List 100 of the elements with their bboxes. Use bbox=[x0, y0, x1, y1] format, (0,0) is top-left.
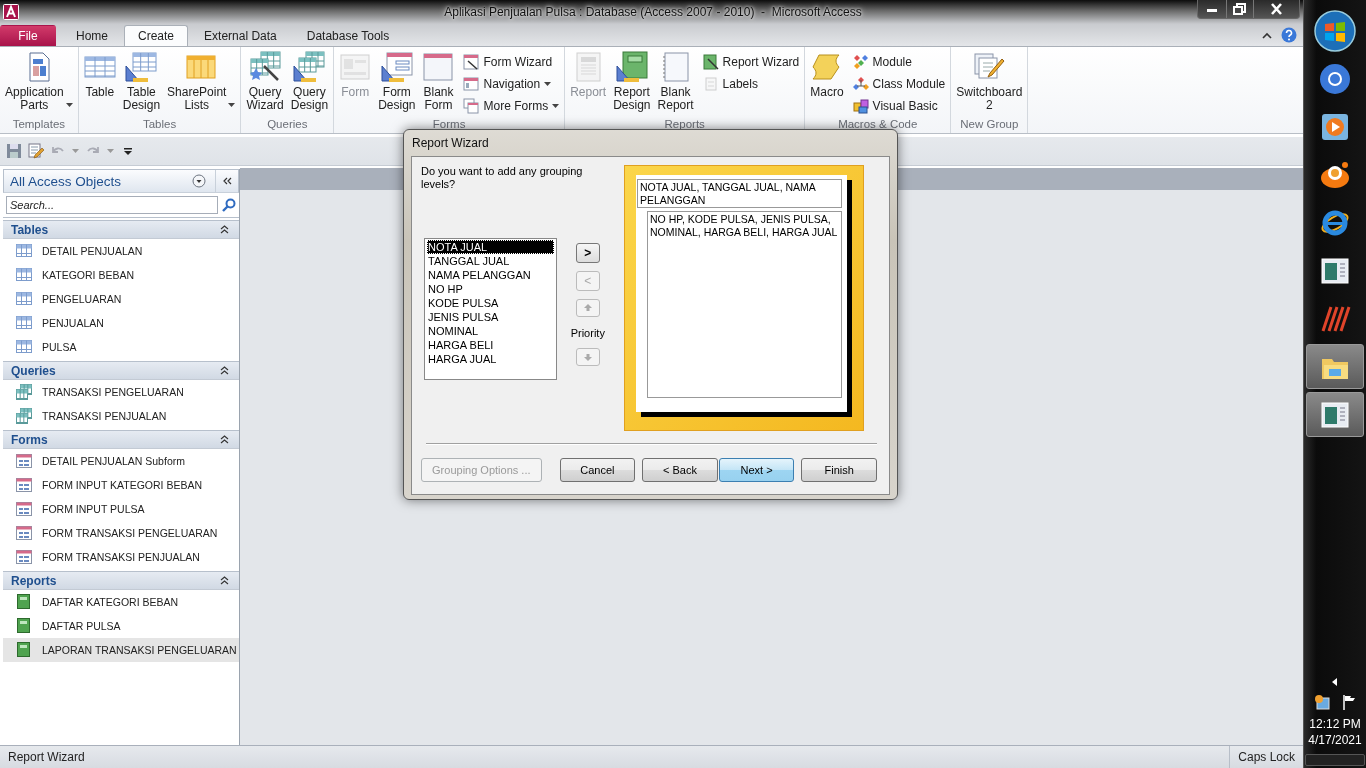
list-item[interactable]: HARGA BELI bbox=[427, 338, 554, 352]
collapse-icon bbox=[220, 366, 229, 375]
shutter-icon[interactable] bbox=[222, 177, 232, 185]
list-item[interactable]: NO HP bbox=[427, 282, 554, 296]
nav-item[interactable]: TRANSAKSI PENJUALAN bbox=[3, 404, 239, 428]
ribbon-button[interactable]: Query Wizard bbox=[243, 51, 287, 112]
dialog-button[interactable]: Cancel bbox=[559, 458, 636, 482]
ribbon-button[interactable]: Class Module bbox=[849, 73, 949, 94]
ribbon-button[interactable]: Form Design bbox=[375, 51, 419, 112]
nav-item[interactable]: FORM TRANSAKSI PENGELUARAN bbox=[3, 521, 239, 545]
help-icon[interactable] bbox=[1281, 27, 1297, 43]
nav-item[interactable]: PENJUALAN bbox=[3, 311, 239, 335]
nav-item[interactable]: PULSA bbox=[3, 335, 239, 359]
ribbon-button[interactable]: Report Design bbox=[610, 51, 654, 112]
ribbon-button[interactable]: Report Wizard bbox=[699, 51, 803, 72]
dialog-button[interactable]: Finish bbox=[801, 458, 877, 482]
form-ruler-icon bbox=[380, 51, 413, 83]
search-icon[interactable] bbox=[222, 198, 236, 212]
nav-item[interactable]: FORM INPUT PULSA bbox=[3, 497, 239, 521]
nav-item[interactable]: KATEGORI BEBAN bbox=[3, 263, 239, 287]
list-item[interactable]: KODE PULSA bbox=[427, 296, 554, 310]
nav-item[interactable]: LAPORAN TRANSAKSI PENGELUARAN bbox=[3, 638, 239, 662]
ribbon-button[interactable]: Switchboard 2 bbox=[953, 51, 1026, 112]
nav-item[interactable]: DETAIL PENJUALAN Subform bbox=[3, 449, 239, 473]
table-icon bbox=[16, 315, 32, 331]
section-header[interactable]: Queries bbox=[3, 361, 239, 380]
list-item[interactable]: TANGGAL JUAL bbox=[427, 254, 554, 268]
window-icon bbox=[463, 75, 480, 92]
field-list[interactable]: NOTA JUAL TANGGAL JUAL NAMA PELANGGAN NO HP KODE PULSA JENIS PULSA NOMINAL HARGA BELI HARGA JUAL bbox=[424, 238, 557, 380]
grid-ruler-icon bbox=[125, 51, 158, 83]
file-tab[interactable]: File bbox=[0, 25, 56, 46]
diamonds-icon bbox=[852, 75, 869, 92]
ribbon-button[interactable]: Application Parts bbox=[2, 51, 76, 112]
ring-icon[interactable] bbox=[1319, 62, 1351, 95]
section-header[interactable]: Tables bbox=[3, 220, 239, 239]
grid-ruler-icon bbox=[293, 51, 326, 83]
report-icon bbox=[16, 642, 32, 658]
diamonds-icon bbox=[852, 53, 869, 70]
ribbon-button[interactable]: Visual Basic bbox=[849, 95, 949, 116]
clock-date[interactable]: 4/17/2021 bbox=[1308, 732, 1362, 748]
flag-icon[interactable] bbox=[1342, 694, 1356, 710]
dialog-button[interactable]: < Back bbox=[642, 458, 718, 482]
scroll-icon bbox=[810, 51, 843, 83]
ribbon-button[interactable]: Navigation bbox=[460, 73, 563, 94]
ribbon-button[interactable]: Module bbox=[849, 51, 949, 72]
clock-time[interactable]: 12:12 PM bbox=[1309, 716, 1361, 732]
nav-item[interactable]: DAFTAR KATEGORI BEBAN bbox=[3, 590, 239, 614]
wizard-icon bbox=[249, 51, 282, 83]
list-item[interactable]: NOMINAL bbox=[427, 324, 554, 338]
nav-item[interactable]: DAFTAR PULSA bbox=[3, 614, 239, 638]
dropdown-icon[interactable] bbox=[192, 174, 206, 188]
window-title: Aplikasi Penjualan Pulsa : Database (Access 2007 - 2010) - Microsoft Access bbox=[443, 5, 863, 19]
ribbon-button[interactable]: Table Design bbox=[119, 51, 164, 112]
form-icon bbox=[16, 525, 32, 541]
priority-label: Priority bbox=[570, 327, 605, 339]
start-orb-icon[interactable] bbox=[1314, 9, 1356, 52]
report-icon bbox=[16, 594, 32, 610]
windows-icon bbox=[463, 97, 480, 114]
nav-item[interactable]: TRANSAKSI PENGELUARAN bbox=[3, 380, 239, 404]
ribbon-button[interactable]: More Forms bbox=[460, 95, 563, 116]
ribbon-button[interactable]: Form Wizard bbox=[460, 51, 563, 72]
edit-icon[interactable] bbox=[28, 143, 44, 159]
show-hidden-icons-icon[interactable] bbox=[1332, 678, 1338, 686]
group-header-box: NOTA JUAL, TANGGAL JUAL, NAMA PELANGGAN bbox=[637, 179, 842, 208]
taskbar-button[interactable] bbox=[1306, 344, 1364, 389]
list-item[interactable]: HARGA JUAL bbox=[427, 352, 554, 366]
nav-item[interactable]: PENGELUARAN bbox=[3, 287, 239, 311]
ribbon-tab[interactable]: External Data bbox=[190, 25, 291, 46]
group-label: Forms bbox=[431, 118, 467, 132]
ribbon-button[interactable]: Blank Report bbox=[654, 51, 697, 112]
ribbon-button[interactable]: Blank Form bbox=[419, 51, 458, 112]
dialog-button[interactable]: Next > bbox=[718, 458, 795, 482]
taskbar-button[interactable] bbox=[1306, 392, 1364, 437]
nav-item[interactable]: DETAIL PENJUALAN bbox=[3, 239, 239, 263]
ribbon-button[interactable]: Macro bbox=[807, 51, 847, 99]
ribbon-button[interactable]: SharePoint Lists bbox=[164, 51, 239, 112]
search-field[interactable]: Search... bbox=[6, 196, 218, 214]
ribbon-button[interactable]: Query Design bbox=[287, 51, 332, 112]
nav-item[interactable]: FORM INPUT KATEGORI BEBAN bbox=[3, 473, 239, 497]
section-header[interactable]: Reports bbox=[3, 571, 239, 590]
group-label: Reports bbox=[663, 118, 706, 132]
move-button[interactable]: > bbox=[575, 243, 600, 263]
form-icon bbox=[16, 453, 32, 469]
ribbon-tab[interactable]: Database Tools bbox=[292, 25, 404, 46]
ribbon-tab[interactable]: Create bbox=[124, 25, 189, 46]
cubes-icon bbox=[852, 97, 869, 114]
window-icon bbox=[422, 51, 455, 83]
nav-item[interactable]: FORM TRANSAKSI PENJUALAN bbox=[3, 545, 239, 569]
group-label: New Group bbox=[959, 118, 1020, 132]
collapse-ribbon-icon[interactable] bbox=[1262, 31, 1272, 39]
card-icon bbox=[339, 51, 372, 83]
ribbon-button[interactable]: Table bbox=[80, 51, 119, 99]
list-item[interactable]: JENIS PULSA bbox=[427, 310, 554, 324]
save-icon[interactable] bbox=[6, 143, 22, 159]
list-item[interactable]: NOTA JUAL bbox=[427, 240, 554, 254]
ribbon-tab[interactable]: Home bbox=[62, 25, 122, 46]
app-icon[interactable] bbox=[3, 4, 19, 20]
section-header[interactable]: Forms bbox=[3, 430, 239, 449]
list-item[interactable]: NAMA PELANGGAN bbox=[427, 268, 554, 282]
monitor-icon[interactable] bbox=[1314, 694, 1330, 710]
